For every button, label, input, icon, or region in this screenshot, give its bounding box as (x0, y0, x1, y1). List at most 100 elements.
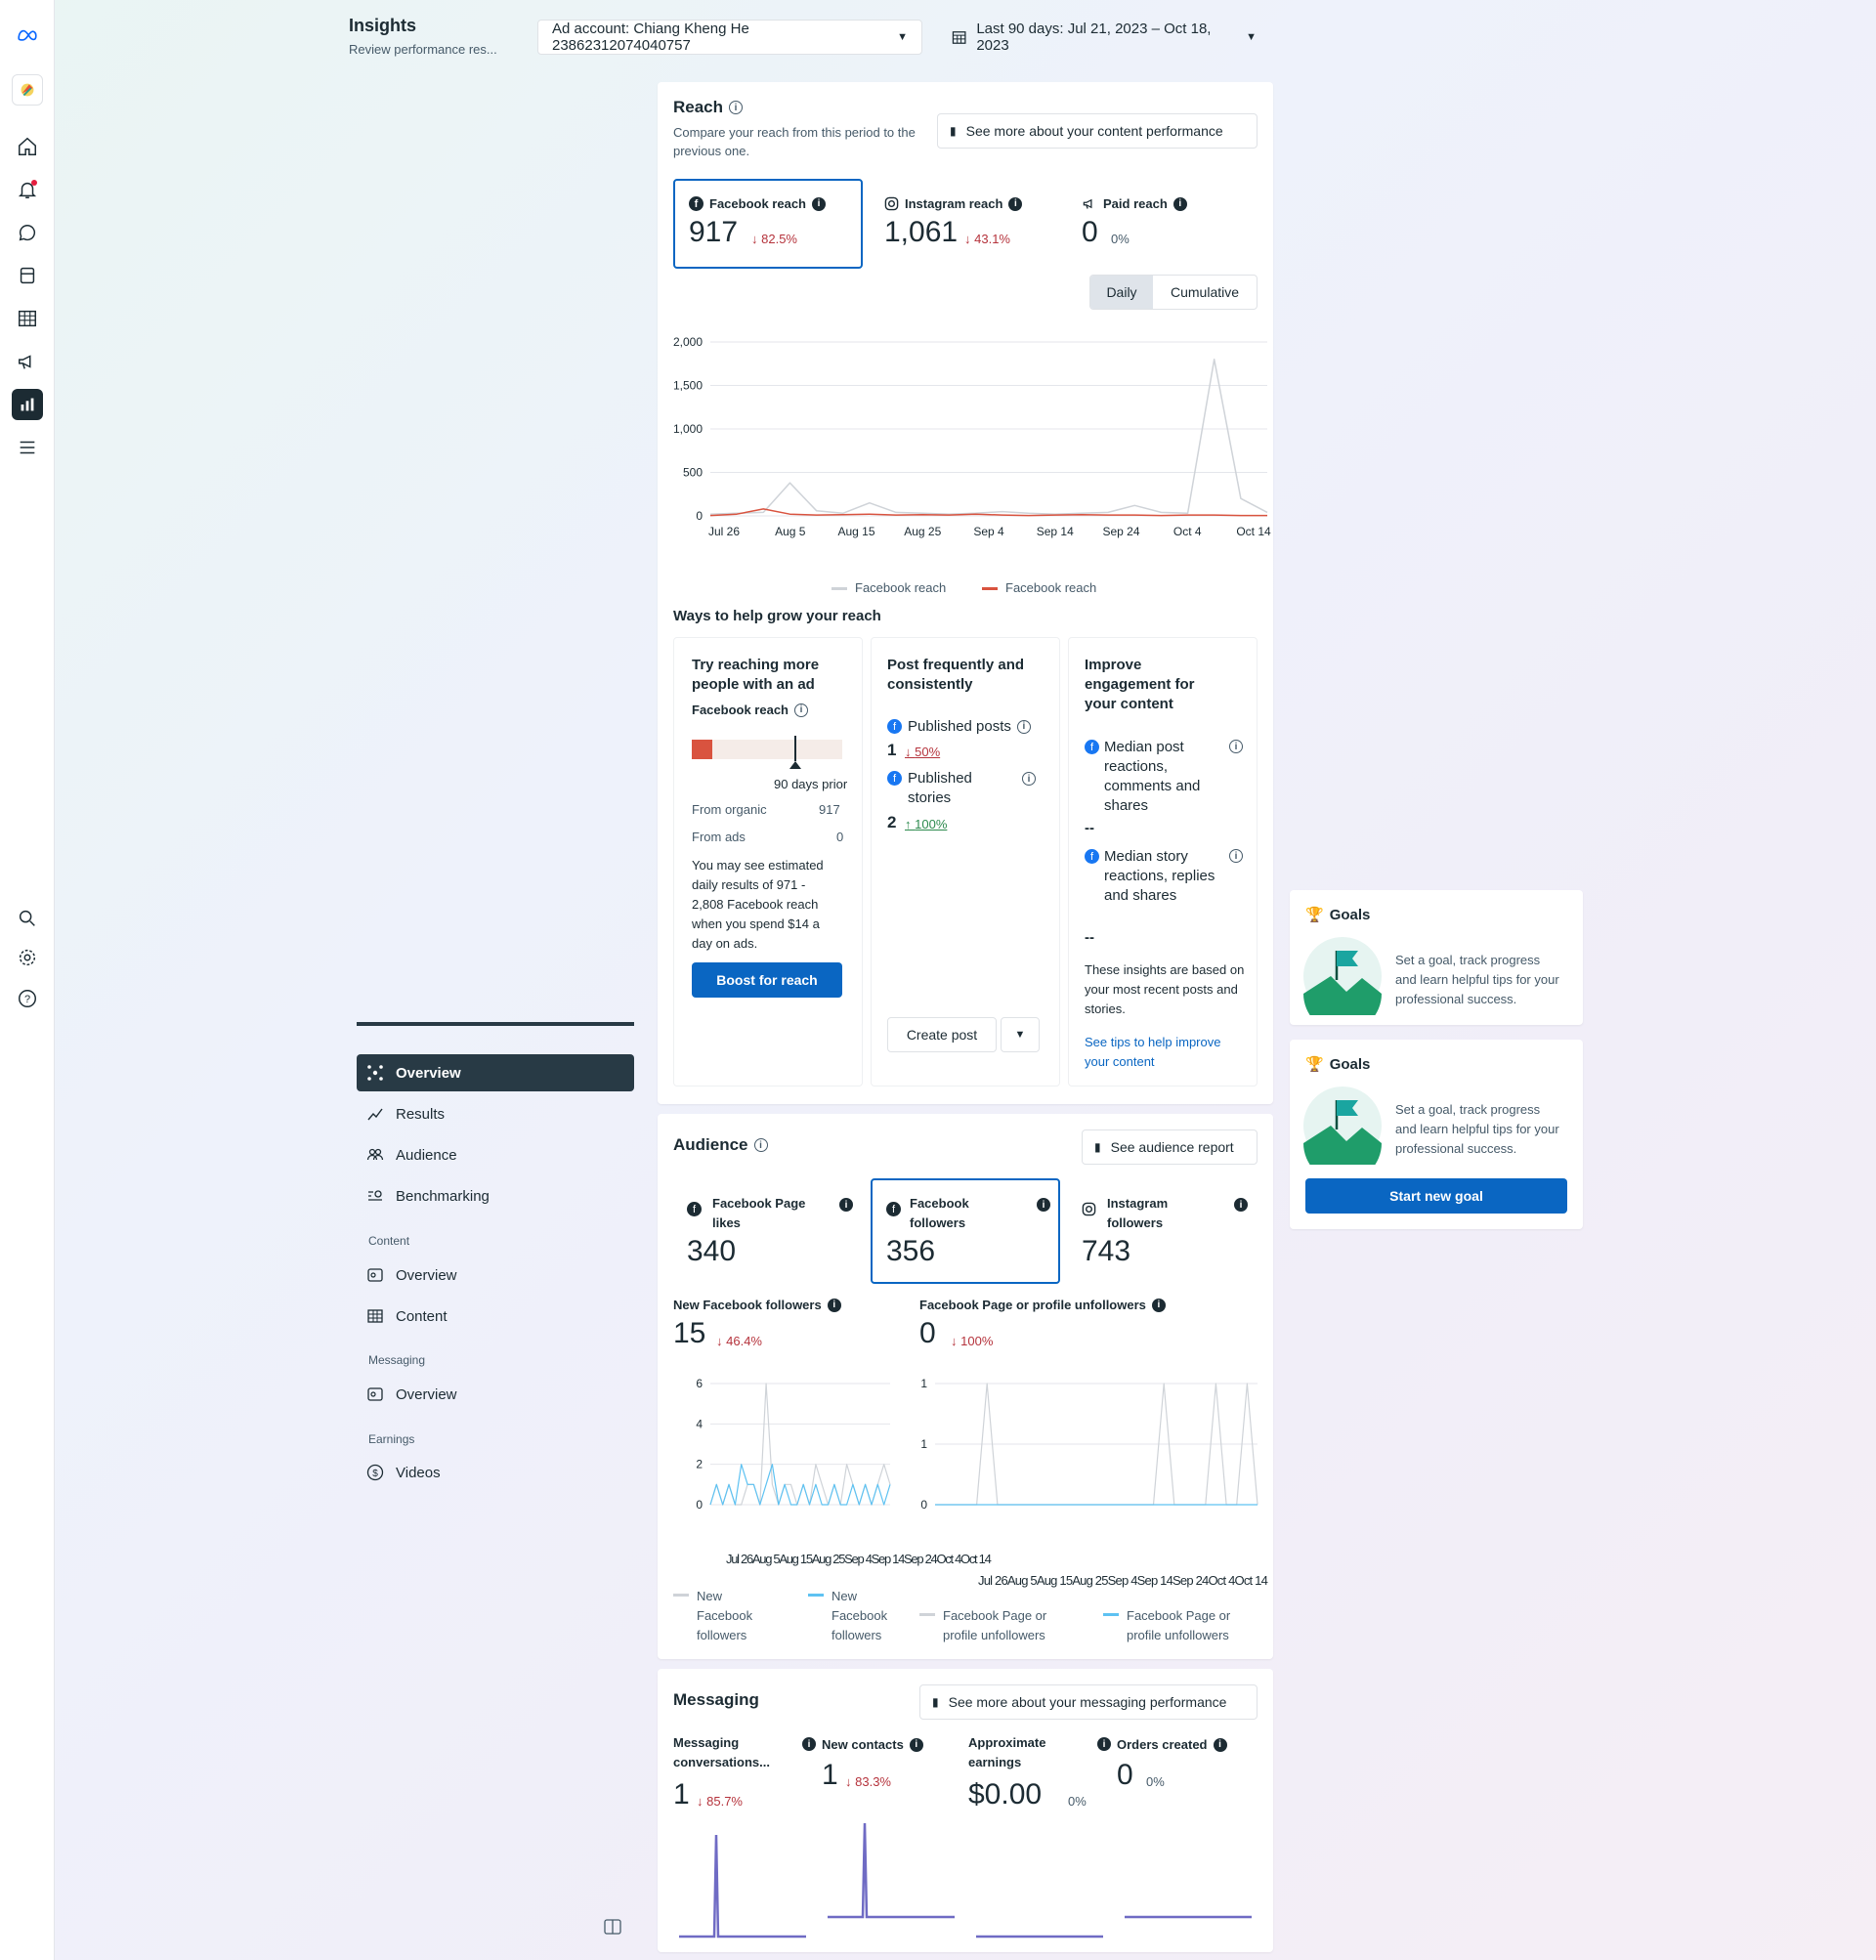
tips-link[interactable]: See tips to help improve your content (1085, 1033, 1245, 1072)
meta-logo-icon[interactable] (12, 20, 43, 51)
info-icon[interactable]: i (1229, 740, 1243, 753)
stories-value: 2 (887, 813, 897, 831)
followers-x-labels: Jul 26Aug 5Aug 15Aug 25Sep 4Sep 14Sep 24… (726, 1552, 992, 1566)
info-icon[interactable]: i (1213, 1737, 1227, 1752)
ad-account-selector[interactable]: Ad account: Chiang Kheng He 238623120740… (537, 20, 922, 55)
metric-value: 0 (1117, 1759, 1133, 1791)
arrow-down-icon: ↓ (716, 1334, 727, 1348)
sidebar-item-content[interactable]: Content (357, 1298, 634, 1335)
info-icon[interactable]: i (1234, 1198, 1248, 1212)
info-icon[interactable]: i (909, 1737, 923, 1752)
metric-label: Paid reach (1103, 196, 1168, 211)
create-post-dropdown-button[interactable]: ▼ (1001, 1017, 1040, 1052)
info-icon[interactable]: i (753, 1138, 768, 1152)
sidebar-item-label: Overview (396, 1064, 461, 1082)
help-icon[interactable]: ? (12, 983, 43, 1014)
arrow-down-icon: ↓ (905, 745, 916, 759)
home-icon[interactable] (12, 131, 43, 162)
y-tick-label: 6 (696, 1377, 703, 1390)
reach-description: Compare your reach from this period to t… (673, 125, 916, 158)
facebook-icon: f (887, 719, 902, 734)
sidebar-item-benchmarking[interactable]: Benchmarking (357, 1177, 634, 1214)
audience-title: Audience (673, 1135, 748, 1154)
date-range-selector[interactable]: Last 90 days: Jul 21, 2023 – Oct 18, 202… (938, 20, 1270, 55)
sidebar-item-audience[interactable]: Audience (357, 1136, 634, 1173)
goals-title: Goals (1329, 906, 1371, 923)
metric-change-value: 83.3% (855, 1774, 891, 1789)
organic-value: 917 (819, 802, 840, 817)
posts-icon[interactable] (12, 260, 43, 291)
content-overview-icon (367, 1268, 383, 1282)
info-icon[interactable]: i (812, 196, 826, 211)
tip-title: Post frequently and consistently (887, 657, 1025, 693)
page-avatar[interactable] (12, 74, 43, 106)
content-table-icon[interactable] (12, 303, 43, 334)
metric-tile-instagram-followers[interactable]: Instagram followers i 743 (1068, 1178, 1258, 1284)
sidebar-section-messaging: Messaging (368, 1353, 426, 1367)
tip-title: Try reaching more people with an ad (692, 657, 820, 693)
facebook-icon: f (689, 196, 704, 211)
see-content-performance-button[interactable]: ▮ See more about your content performanc… (937, 113, 1258, 149)
sidebar-item-overview[interactable]: Overview (357, 1054, 634, 1091)
metric-tile-facebook-reach[interactable]: f Facebook reach i 917 ↓ 82.5% (673, 179, 863, 269)
info-icon[interactable]: i (1037, 1198, 1050, 1212)
metric-tile-instagram-reach[interactable]: Instagram reach i 1,061 ↓ 43.1% (871, 179, 1060, 269)
sidebar-item-label: Audience (396, 1146, 457, 1164)
toggle-cumulative[interactable]: Cumulative (1153, 276, 1257, 309)
info-icon[interactable]: i (1016, 719, 1031, 734)
settings-gear-icon[interactable] (12, 942, 43, 973)
inbox-icon[interactable] (12, 217, 43, 248)
toggle-daily[interactable]: Daily (1090, 276, 1153, 309)
metric-value: 1 (673, 1778, 690, 1811)
report-icon: ▮ (950, 124, 957, 138)
info-icon[interactable]: i (794, 703, 808, 717)
unfollowers-chart: 1 1 0 (920, 1377, 1258, 1512)
start-new-goal-button[interactable]: Start new goal (1305, 1178, 1567, 1214)
metric-value: 917 (689, 216, 739, 248)
info-icon[interactable]: i (839, 1198, 853, 1212)
x-tick-label: Oct 4 (1173, 525, 1202, 538)
info-icon[interactable]: i (1151, 1298, 1166, 1312)
tip-card-post: Post frequently and consistently f Publi… (871, 637, 1060, 1087)
see-audience-report-button[interactable]: ▮ See audience report (1082, 1129, 1258, 1165)
info-icon[interactable]: i (1172, 196, 1187, 211)
ads-megaphone-icon[interactable] (12, 346, 43, 377)
reach-progress-track (692, 740, 842, 759)
see-messaging-performance-button[interactable]: ▮ See more about your messaging performa… (919, 1684, 1258, 1720)
unfollowers-legend-1: Facebook Page or profile unfollowers (919, 1606, 1076, 1645)
series-line-1 (709, 359, 1268, 515)
info-icon[interactable]: i (1097, 1737, 1111, 1751)
metric-tile-facebook-followers[interactable]: f Facebook followers i 356 (871, 1178, 1060, 1284)
info-icon[interactable]: i (1229, 849, 1243, 863)
prior-marker (794, 736, 796, 761)
chevron-down-icon: ▼ (1014, 1029, 1026, 1041)
sidebar-item-content-overview[interactable]: Overview (357, 1257, 634, 1294)
x-tick-label: Sep 4 (973, 525, 1004, 538)
info-icon[interactable]: i (802, 1737, 816, 1751)
metric-change-value: 82.5% (761, 232, 797, 246)
metric-label-row: New contacts i (822, 1737, 923, 1752)
metric-tile-paid-reach[interactable]: Paid reach i 0 0% (1068, 179, 1258, 269)
metric-change: ↓ 43.1% (964, 232, 1010, 246)
info-icon[interactable]: i (827, 1298, 841, 1312)
notifications-icon[interactable] (12, 174, 43, 205)
search-icon[interactable] (12, 903, 43, 934)
sidebar-item-results[interactable]: Results (357, 1095, 634, 1132)
info-icon[interactable]: i (1008, 196, 1023, 211)
menu-icon[interactable] (12, 432, 43, 463)
info-icon[interactable]: i (1022, 772, 1036, 786)
metric-value: $0.00 (968, 1778, 1043, 1811)
collapse-sidebar-icon[interactable] (603, 1917, 622, 1941)
metric-label-row: Orders created i (1117, 1737, 1227, 1752)
metric-tile-page-likes[interactable]: f Facebook Page likes i 340 (673, 1178, 863, 1284)
boost-for-reach-button[interactable]: Boost for reach (692, 962, 842, 998)
legend-swatch (1103, 1613, 1119, 1616)
sidebar-item-messaging-overview[interactable]: Overview (357, 1376, 634, 1413)
new-followers-chart: 6 4 2 0 (696, 1377, 891, 1512)
legend-swatch (982, 587, 998, 590)
sidebar-item-videos[interactable]: $ Videos (357, 1454, 634, 1491)
create-post-button[interactable]: Create post (887, 1017, 997, 1052)
info-icon[interactable]: i (729, 101, 744, 114)
insights-icon[interactable] (12, 389, 43, 420)
audience-card: Audience i ▮ See audience report f Faceb… (658, 1114, 1273, 1659)
